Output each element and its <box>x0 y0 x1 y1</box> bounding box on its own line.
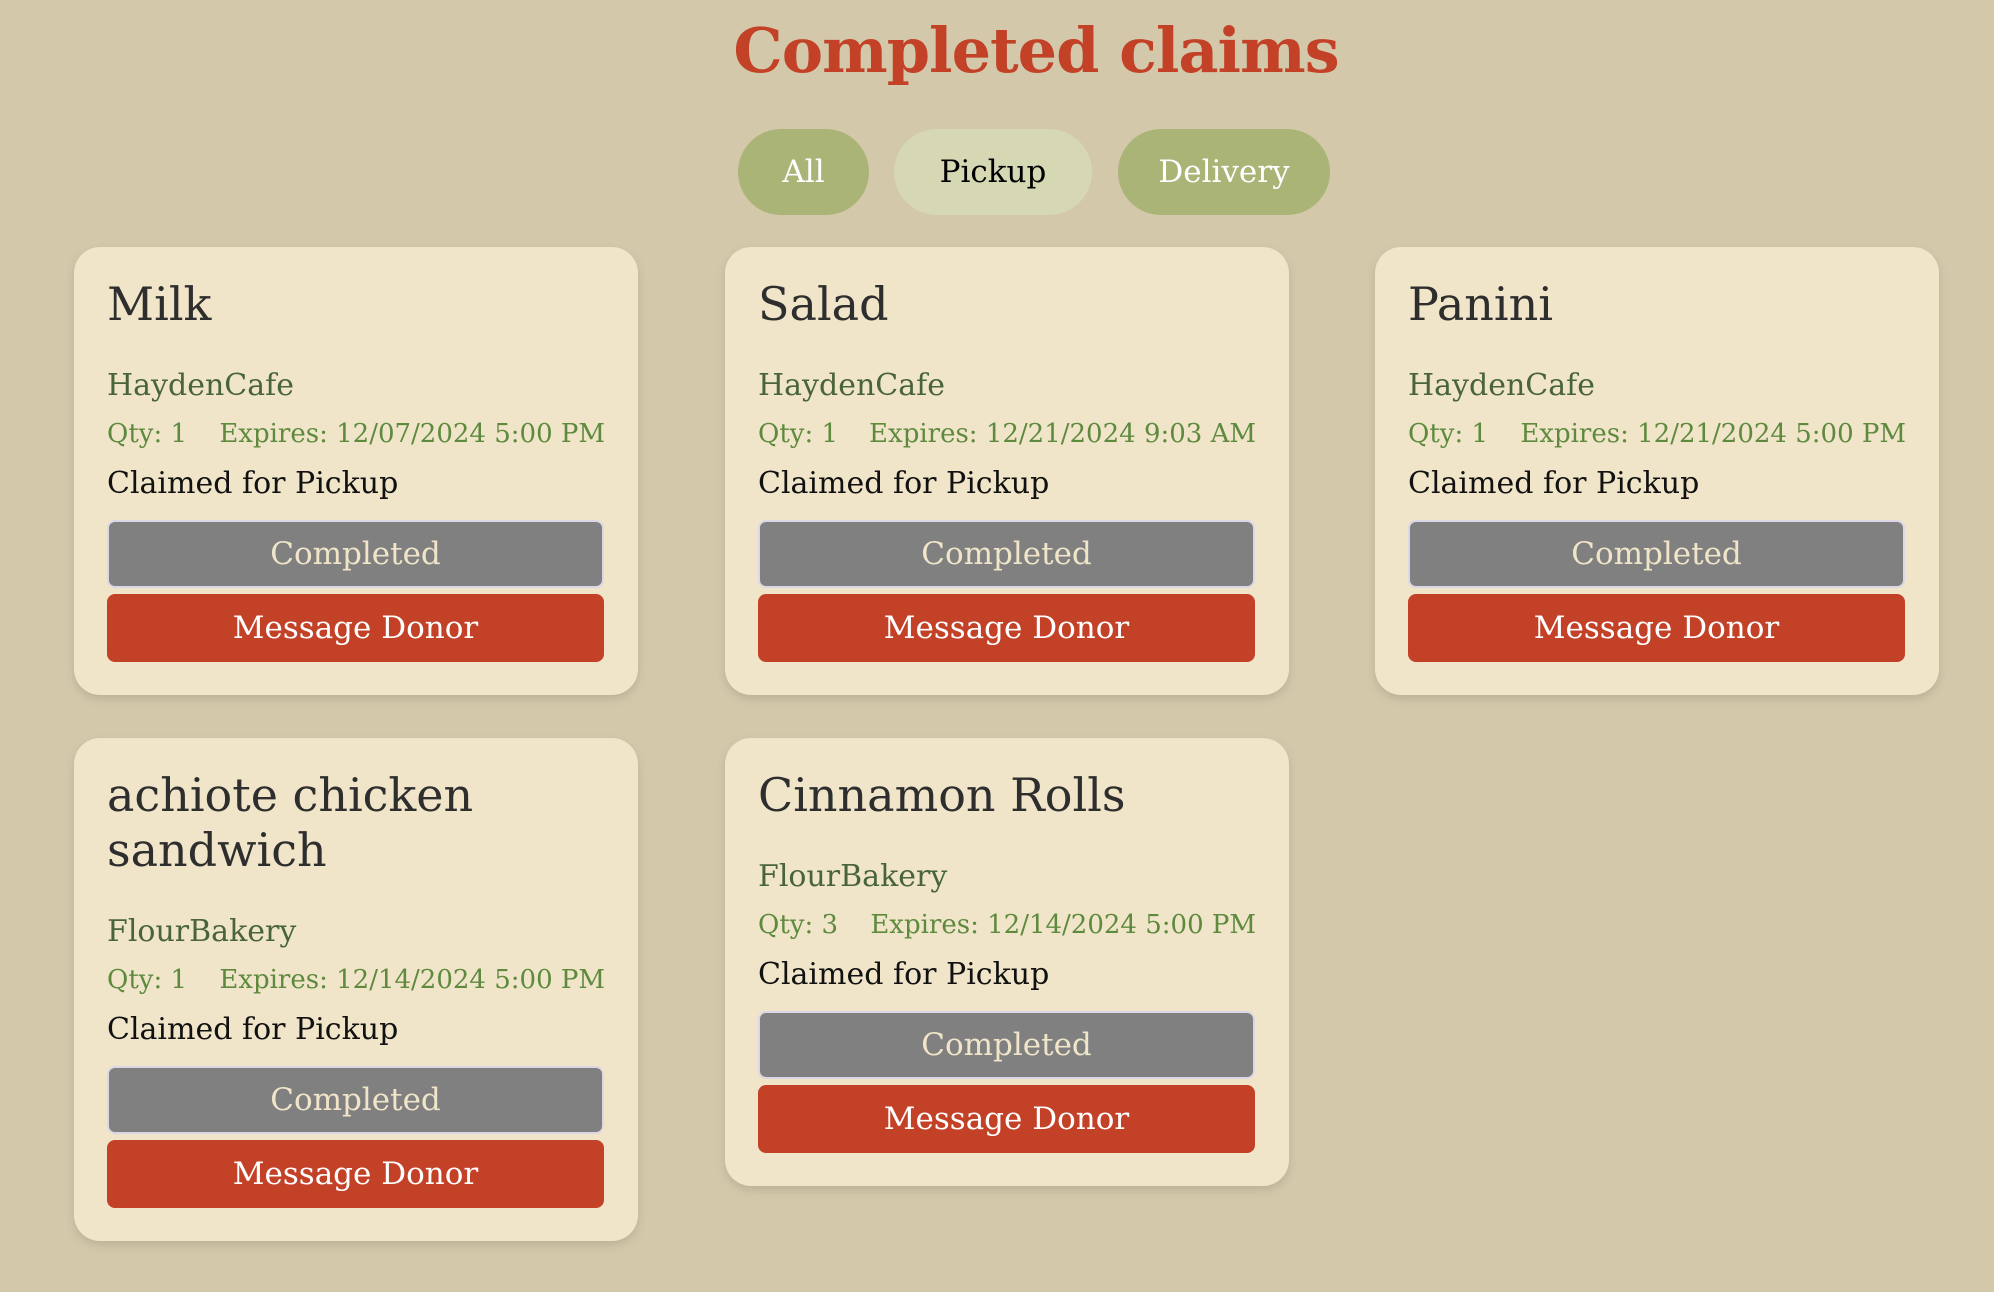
claim-card: Salad HaydenCafe Qty: 1 Expires: 12/21/2… <box>725 247 1289 695</box>
claim-card: Cinnamon Rolls FlourBakery Qty: 3 Expire… <box>725 738 1289 1186</box>
claim-name: Cinnamon Rolls <box>758 768 1126 822</box>
claim-meta: Qty: 1 Expires: 12/21/2024 9:03 AM <box>758 417 1256 451</box>
claim-expires: Expires: 12/14/2024 5:00 PM <box>870 910 1256 940</box>
claim-name: Milk <box>107 277 212 331</box>
claim-name: Salad <box>758 277 889 331</box>
filter-pickup-button[interactable]: Pickup <box>894 129 1092 215</box>
claim-expires: Expires: 12/07/2024 5:00 PM <box>219 419 605 449</box>
claim-name: Panini <box>1408 277 1553 331</box>
claim-qty: Qty: 3 <box>758 910 839 940</box>
claim-meta: Qty: 1 Expires: 12/14/2024 5:00 PM <box>107 963 605 997</box>
claim-name: achiote chicken sandwich <box>107 768 474 877</box>
claim-qty: Qty: 1 <box>107 419 188 449</box>
message-donor-button[interactable]: Message Donor <box>758 594 1255 662</box>
claim-meta: Qty: 1 Expires: 12/07/2024 5:00 PM <box>107 417 605 451</box>
claim-donor: HaydenCafe <box>1408 368 1595 403</box>
claim-qty: Qty: 1 <box>1408 419 1489 449</box>
completed-button[interactable]: Completed <box>107 1066 604 1134</box>
completed-button[interactable]: Completed <box>107 520 604 588</box>
message-donor-button[interactable]: Message Donor <box>107 594 604 662</box>
claim-status: Claimed for Pickup <box>1408 466 1700 501</box>
completed-button[interactable]: Completed <box>1408 520 1905 588</box>
claim-expires: Expires: 12/21/2024 5:00 PM <box>1520 419 1906 449</box>
claim-qty: Qty: 1 <box>107 965 188 995</box>
claim-meta: Qty: 3 Expires: 12/14/2024 5:00 PM <box>758 908 1256 942</box>
message-donor-button[interactable]: Message Donor <box>107 1140 604 1208</box>
claim-expires: Expires: 12/14/2024 5:00 PM <box>219 965 605 995</box>
claim-status: Claimed for Pickup <box>107 1012 399 1047</box>
claim-donor: HaydenCafe <box>107 368 294 403</box>
completed-button[interactable]: Completed <box>758 1011 1255 1079</box>
claim-qty: Qty: 1 <box>758 419 839 449</box>
claim-card: achiote chicken sandwich FlourBakery Qty… <box>74 738 638 1241</box>
page-title: Completed claims <box>733 14 1339 87</box>
claim-donor: FlourBakery <box>758 859 948 894</box>
claim-donor: FlourBakery <box>107 914 297 949</box>
filter-delivery-button[interactable]: Delivery <box>1118 129 1330 215</box>
filter-all-button[interactable]: All <box>738 129 869 215</box>
claim-card: Panini HaydenCafe Qty: 1 Expires: 12/21/… <box>1375 247 1939 695</box>
claim-donor: HaydenCafe <box>758 368 945 403</box>
message-donor-button[interactable]: Message Donor <box>1408 594 1905 662</box>
claim-meta: Qty: 1 Expires: 12/21/2024 5:00 PM <box>1408 417 1906 451</box>
claim-expires: Expires: 12/21/2024 9:03 AM <box>869 419 1256 449</box>
claim-card: Milk HaydenCafe Qty: 1 Expires: 12/07/20… <box>74 247 638 695</box>
message-donor-button[interactable]: Message Donor <box>758 1085 1255 1153</box>
completed-button[interactable]: Completed <box>758 520 1255 588</box>
claim-status: Claimed for Pickup <box>758 466 1050 501</box>
claim-status: Claimed for Pickup <box>107 466 399 501</box>
claim-status: Claimed for Pickup <box>758 957 1050 992</box>
